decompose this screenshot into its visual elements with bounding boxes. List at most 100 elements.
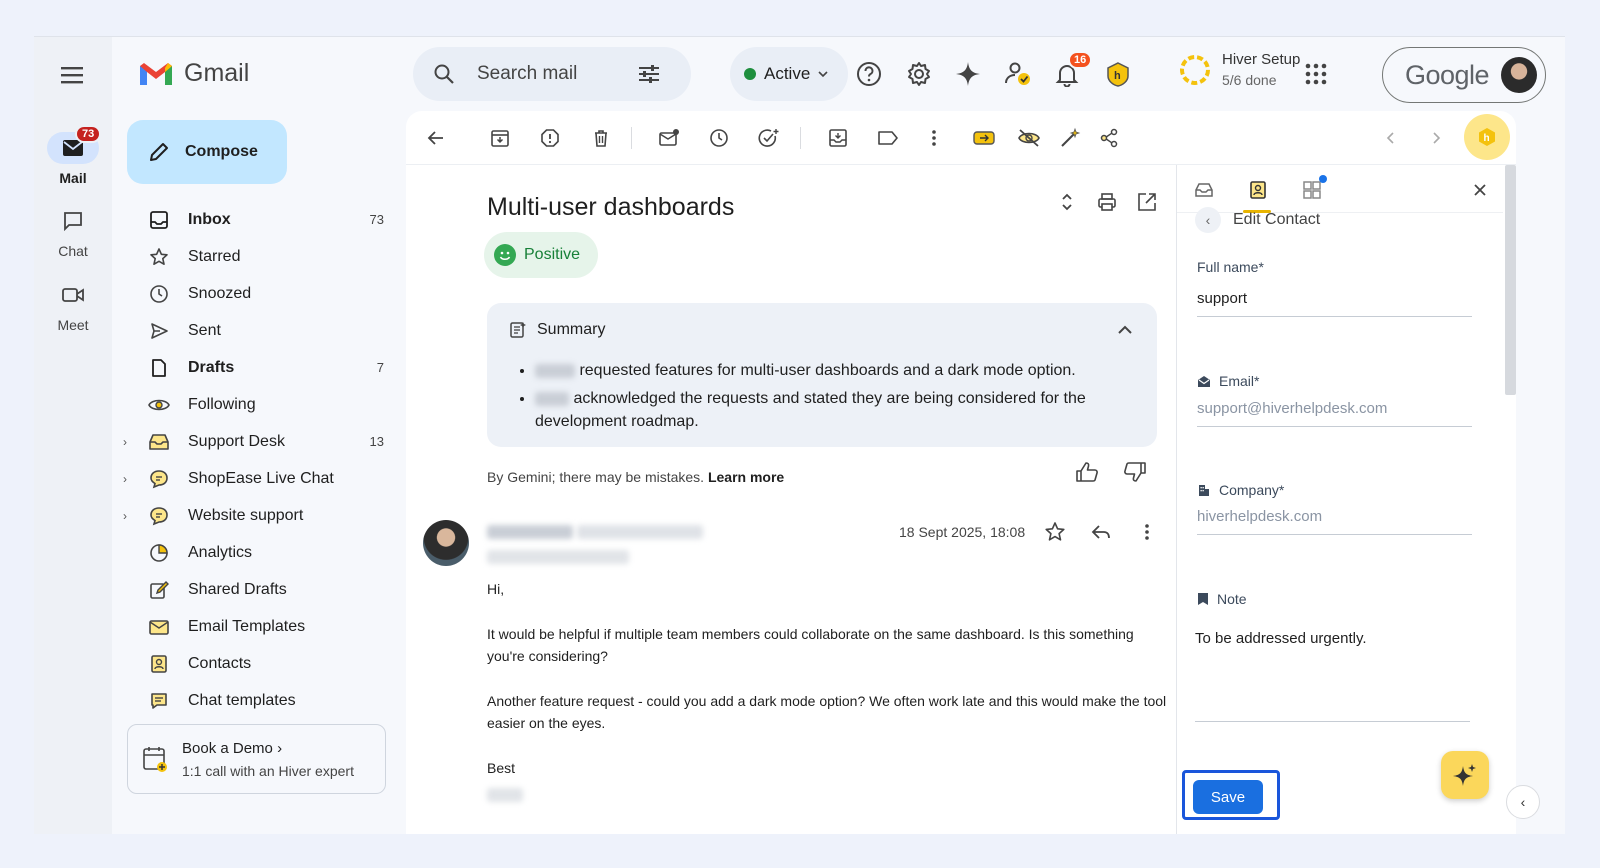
gemini-button[interactable] [953,59,983,89]
print-button[interactable] [1096,191,1118,218]
back-button[interactable] [423,125,449,151]
redacted-name [535,363,575,378]
book-demo-card[interactable]: Book a Demo › 1:1 call with an Hiver exp… [127,724,386,794]
nav-item-chat-templates[interactable]: Chat templates [114,682,404,719]
share-button[interactable] [1096,125,1122,151]
expand-caret-icon[interactable]: › [123,472,127,486]
hiver-availability-button[interactable] [1003,59,1033,89]
hiver-setup-progress: 5/6 done [1222,72,1277,88]
chevron-left-icon [1386,132,1394,144]
hiver-shield-button[interactable]: h [1103,59,1133,89]
star-button[interactable] [1044,521,1066,548]
thumbs-up-button[interactable] [1075,461,1099,488]
save-button[interactable]: Save [1193,780,1263,814]
back-to-contact[interactable]: ‹ Edit Contact [1195,207,1320,233]
hiver-sidebar-toggle[interactable]: h [1464,114,1510,160]
nav-item-contacts[interactable]: Contacts [114,645,404,682]
summary-bullet: requested features for multi-user dashbo… [535,359,1135,382]
search-icon[interactable] [433,63,455,85]
report-spam-button[interactable] [537,125,563,151]
nav-item-drafts[interactable]: Drafts 7 [114,349,404,386]
rail-item-chat[interactable]: Chat [34,205,112,259]
status-dropdown[interactable]: Active [730,47,848,101]
collapse-summary-button[interactable] [1117,323,1133,341]
note-field[interactable]: To be addressed urgently. [1195,630,1470,722]
nav-item-snoozed[interactable]: Snoozed [114,275,404,312]
labels-button[interactable] [875,125,901,151]
nav-item-email-templates[interactable]: Email Templates [114,608,404,645]
next-email-button[interactable] [1423,125,1449,151]
more-options-button[interactable] [921,125,947,151]
rail-item-mail[interactable]: 73 Mail [34,125,112,186]
close-panel-button[interactable] [1467,177,1493,203]
expand-all-button[interactable] [1056,191,1078,218]
draft-icon [152,358,166,377]
nav-item-website-support[interactable]: › Website support [114,497,404,534]
company-field[interactable] [1197,499,1472,535]
nav-item-shared-drafts[interactable]: Shared Drafts [114,571,404,608]
sender-info [487,523,704,566]
ai-assistant-button[interactable] [1441,751,1489,799]
nav-item-sent[interactable]: Sent [114,312,404,349]
notifications-button[interactable]: 16 [1052,51,1093,89]
menu-icon [61,67,83,84]
thumbs-down-button[interactable] [1123,461,1147,488]
hiver-setup-widget[interactable]: Hiver Setup 5/6 done [1178,51,1300,88]
full-name-field[interactable] [1197,281,1472,317]
chevron-right-icon: › [277,739,283,757]
panel-scrollbar[interactable] [1505,165,1516,395]
nav-item-inbox[interactable]: Inbox 73 [114,201,404,238]
rail-label-meet: Meet [57,317,89,333]
redacted-sender-email [577,524,704,539]
clock-icon [710,129,728,147]
search-input[interactable] [477,63,637,85]
help-button[interactable] [854,59,884,89]
hiver-visibility-button[interactable] [1016,125,1042,151]
prev-email-button[interactable] [1378,125,1404,151]
mark-unread-button[interactable] [656,125,682,151]
apps-button[interactable] [1301,59,1331,89]
nav-item-analytics[interactable]: Analytics [114,534,404,571]
video-camera-icon [62,288,84,302]
reply-button[interactable] [1090,521,1112,548]
nav-label: Contacts [188,654,252,672]
hiver-tag-icon [973,131,995,145]
sender-avatar[interactable] [423,520,469,566]
snooze-button[interactable] [706,125,732,151]
gemini-disclaimer: By Gemini; there may be mistakes. Learn … [487,469,785,485]
archive-button[interactable] [487,125,513,151]
pencil-icon [150,143,168,161]
main-menu-button[interactable] [58,61,86,89]
open-new-window-button[interactable] [1136,191,1158,218]
collapse-sidebar-button[interactable]: ‹ [1506,785,1540,819]
envelope-open-icon [1198,376,1210,387]
move-to-button[interactable] [825,125,851,151]
compose-button[interactable]: Compose [127,120,287,184]
search-options-icon[interactable] [637,63,661,85]
message-more-button[interactable] [1136,521,1158,548]
body-paragraph: Another feature request - could you add … [487,693,1167,731]
message-tools [1044,521,1158,548]
tab-inbox[interactable] [1191,177,1217,203]
nav-item-shopease-live-chat[interactable]: › ShopEase Live Chat [114,460,404,497]
nav-item-following[interactable]: Following [114,386,404,423]
delete-button[interactable] [588,125,614,151]
tab-contacts[interactable] [1245,177,1271,203]
rail-item-meet[interactable]: Meet [34,279,112,333]
learn-more-link[interactable]: Learn more [708,469,784,485]
settings-button[interactable] [904,59,934,89]
nav-label: Website support [188,506,304,524]
building-icon [1199,485,1209,496]
more-vert-icon [932,130,936,146]
gmail-logo[interactable]: Gmail [138,59,249,88]
expand-caret-icon[interactable]: › [123,435,127,449]
hiver-ai-button[interactable] [1057,125,1083,151]
email-field[interactable] [1197,391,1472,427]
add-task-button[interactable] [756,125,782,151]
hiver-assign-button[interactable] [971,125,997,151]
widgets-icon [1303,181,1321,199]
expand-caret-icon[interactable]: › [123,509,127,523]
nav-item-starred[interactable]: Starred [114,238,404,275]
account-switcher[interactable]: Google [1382,47,1546,103]
nav-item-support-desk[interactable]: › Support Desk 13 [114,423,404,460]
